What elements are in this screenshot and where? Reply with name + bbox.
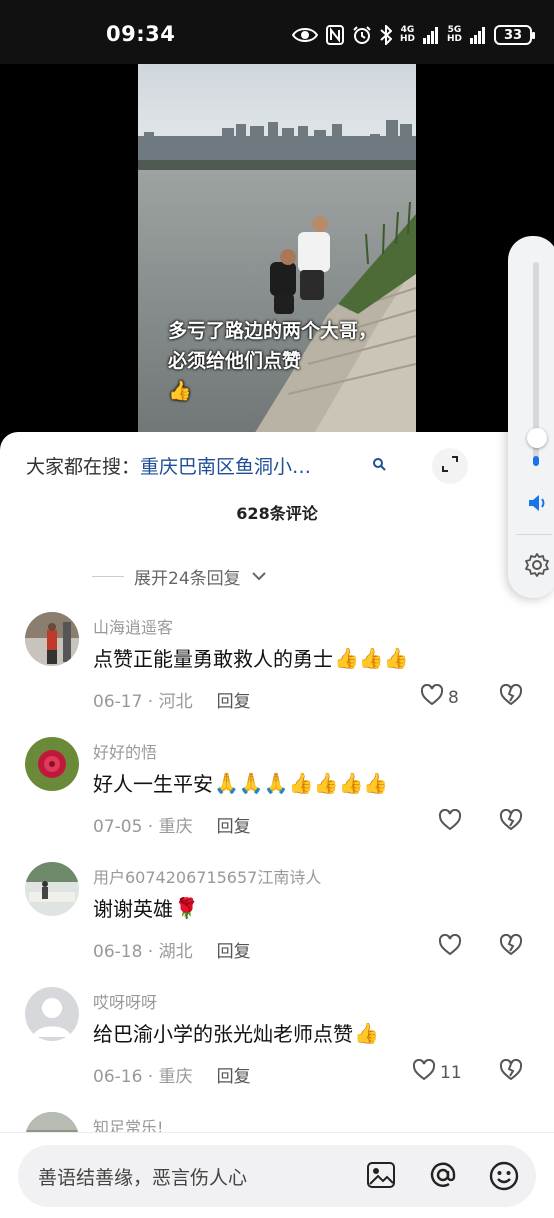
- reply-button[interactable]: 回复: [217, 812, 251, 837]
- chevron-down-icon: [251, 567, 267, 587]
- heart-icon: [438, 808, 462, 836]
- comment-item: 哎呀呀呀 给巴渝小学的张光灿老师点赞 👍 06-16 · 重庆 回复 11: [0, 987, 554, 1112]
- signal-icon: [470, 26, 486, 44]
- network-5g: 5G HD: [446, 25, 462, 44]
- search-suggestion[interactable]: 大家都在搜：重庆巴南区鱼洞小…: [26, 452, 311, 479]
- expand-icon: [441, 455, 459, 477]
- expand-replies-label: 展开24条回复: [134, 569, 241, 589]
- comment-location: 重庆: [158, 1067, 193, 1087]
- video-caption: 多亏了路边的两个大哥，必须给他们点赞 👍: [168, 320, 378, 402]
- fullscreen-button[interactable]: [432, 448, 468, 484]
- comment-meta: 06-16 · 重庆 回复: [93, 1062, 251, 1087]
- comment-author[interactable]: 山海逍遥客: [93, 614, 173, 638]
- avatar[interactable]: [25, 987, 79, 1041]
- volume-slider-handle[interactable]: [527, 428, 547, 448]
- at-icon[interactable]: [428, 1160, 458, 1194]
- broken-heart-icon[interactable]: [498, 1058, 524, 1085]
- emoji-icon[interactable]: [488, 1160, 520, 1196]
- comment-date: 06-17: [93, 692, 143, 712]
- avatar[interactable]: [25, 737, 79, 791]
- avatar[interactable]: [25, 862, 79, 916]
- comment-meta: 06-17 · 河北 回复: [93, 687, 251, 712]
- comment-location: 重庆: [158, 817, 193, 837]
- comment-author[interactable]: 好好的悟: [93, 739, 157, 763]
- search-icon[interactable]: [372, 456, 386, 475]
- divider: [516, 534, 552, 535]
- speaker-icon[interactable]: [528, 494, 548, 516]
- image-icon[interactable]: [366, 1160, 396, 1194]
- status-bar: 09:34 4G HD 5G HD 33: [0, 0, 554, 64]
- comment-author[interactable]: 哎呀呀呀: [93, 989, 157, 1013]
- eye-icon: [291, 26, 318, 44]
- search-query-link[interactable]: 重庆巴南区鱼洞小…: [140, 456, 311, 478]
- comment-count-title: 628条评论: [236, 504, 318, 523]
- comment-text: 给巴渝小学的张光灿老师点赞 👍: [93, 1020, 379, 1046]
- signal-icon: [422, 26, 439, 44]
- comment-input-placeholder: 善语结善缘，恶言伤人心: [38, 1167, 248, 1189]
- comment-sheet: 大家都在搜：重庆巴南区鱼洞小… 628条评论 展开24条回复 山海逍遥客 点赞正…: [0, 432, 554, 1218]
- comment-meta: 06-18 · 湖北 回复: [93, 937, 251, 962]
- like-button[interactable]: [438, 808, 466, 836]
- comment-author[interactable]: 用户6074206715657江南诗人: [93, 864, 321, 888]
- nfc-icon: [325, 25, 344, 45]
- reply-button[interactable]: 回复: [217, 937, 251, 962]
- like-count: 11: [440, 1062, 462, 1083]
- reply-button[interactable]: 回复: [217, 687, 251, 712]
- broken-heart-icon[interactable]: [498, 933, 524, 960]
- comment-text: 点赞正能量勇敢救人的勇士 👍👍👍: [93, 645, 409, 671]
- battery-icon: 33: [494, 25, 535, 45]
- bluetooth-icon: [380, 25, 392, 45]
- broken-heart-icon[interactable]: [498, 808, 524, 835]
- status-icons: 4G HD 5G HD 33: [291, 22, 535, 48]
- like-button[interactable]: [438, 933, 466, 961]
- reply-button[interactable]: 回复: [217, 1062, 251, 1087]
- network-4g: 4G HD: [399, 25, 415, 44]
- search-label: 大家都在搜：: [26, 456, 141, 478]
- comment-input[interactable]: 善语结善缘，恶言伤人心: [18, 1145, 536, 1207]
- comment-input-bar: 善语结善缘，恶言伤人心: [0, 1132, 554, 1218]
- video-frame[interactable]: 多亏了路边的两个大哥，必须给他们点赞 👍: [138, 64, 416, 444]
- comment-location: 河北: [158, 692, 193, 712]
- comment-location: 湖北: [158, 942, 193, 962]
- like-count: 8: [448, 687, 459, 708]
- video-player[interactable]: 多亏了路边的两个大哥，必须给他们点赞 👍: [0, 64, 554, 444]
- volume-level: [533, 456, 539, 466]
- expand-replies-button[interactable]: 展开24条回复: [92, 564, 267, 589]
- broken-heart-icon[interactable]: [498, 683, 524, 710]
- heart-icon: [420, 683, 444, 711]
- like-button[interactable]: 11: [412, 1058, 462, 1086]
- settings-icon[interactable]: [524, 552, 550, 582]
- avatar[interactable]: [25, 612, 79, 666]
- volume-panel[interactable]: [508, 236, 554, 598]
- comment-date: 06-16: [93, 1067, 143, 1087]
- comment-text: 好人一生平安 🙏🙏🙏👍👍👍👍: [93, 770, 389, 796]
- comment-date: 06-18: [93, 942, 143, 962]
- comment-item: 用户6074206715657江南诗人 谢谢英雄 🌹 06-18 · 湖北 回复: [0, 862, 554, 987]
- alarm-icon: [352, 25, 372, 45]
- heart-icon: [412, 1058, 436, 1086]
- comment-date: 07-05: [93, 817, 143, 837]
- comment-item: 好好的悟 好人一生平安 🙏🙏🙏👍👍👍👍 07-05 · 重庆 回复: [0, 737, 554, 862]
- comment-item: 山海逍遥客 点赞正能量勇敢救人的勇士 👍👍👍 06-17 · 河北 回复 8: [0, 612, 554, 737]
- divider: [92, 576, 124, 577]
- comment-text: 谢谢英雄 🌹: [93, 895, 199, 921]
- like-button[interactable]: 8: [420, 683, 459, 711]
- comment-meta: 07-05 · 重庆 回复: [93, 812, 251, 837]
- clock: 09:34: [106, 22, 176, 46]
- heart-icon: [438, 933, 462, 961]
